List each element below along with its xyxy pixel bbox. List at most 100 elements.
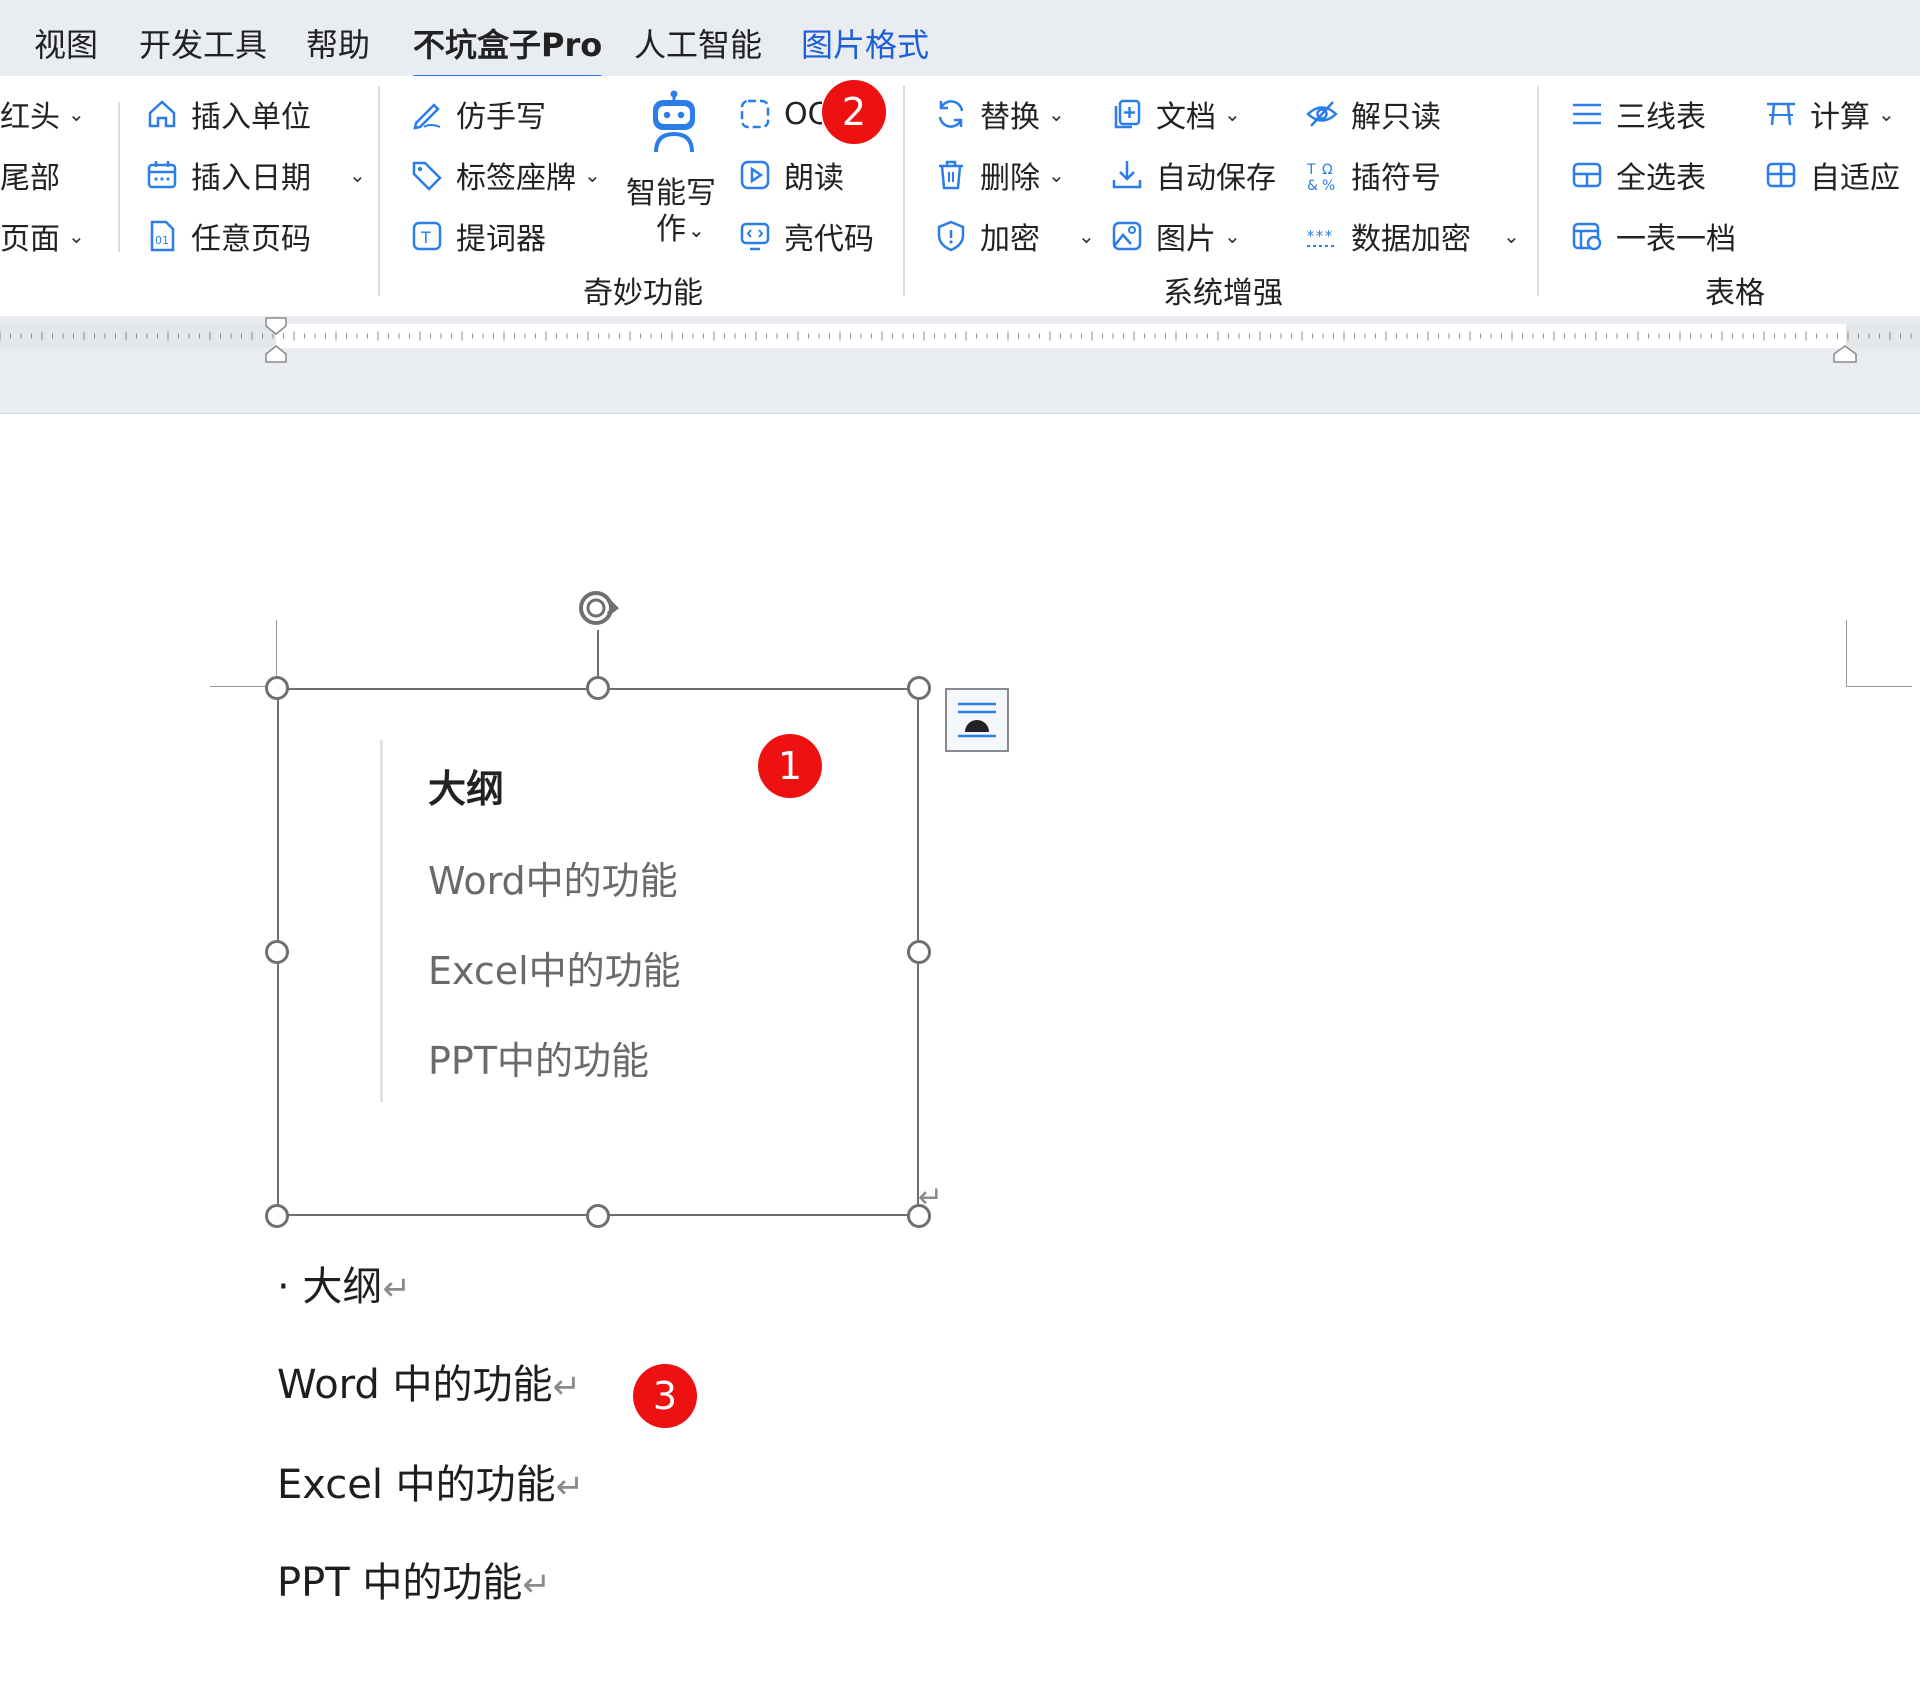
insert-date-label: 插入日期 bbox=[191, 161, 311, 196]
highlight-code-button[interactable]: 亮代码 bbox=[738, 214, 874, 258]
tab-picture-format[interactable]: 图片格式 bbox=[801, 20, 929, 66]
paragraph[interactable]: Word 中的功能↵ bbox=[277, 1352, 581, 1410]
read-aloud-button[interactable]: 朗读 bbox=[738, 153, 844, 197]
insert-date-button[interactable]: 插入日期 ⌄ bbox=[145, 153, 366, 197]
document-label: 文档 bbox=[1156, 100, 1216, 135]
annotation-badge-2: 2 bbox=[822, 80, 886, 144]
delete-button[interactable]: 删除 ⌄ bbox=[934, 153, 1065, 197]
monitor-code-icon bbox=[738, 219, 772, 253]
resize-handle-top-center[interactable] bbox=[586, 676, 610, 700]
insert-symbol-label: 插符号 bbox=[1351, 161, 1441, 196]
page-button[interactable]: 页面 ⌄ bbox=[0, 214, 85, 258]
resize-handle-top-right[interactable] bbox=[907, 676, 931, 700]
picture-button[interactable]: 图片 ⌄ bbox=[1110, 214, 1241, 258]
chevron-down-icon: ⌄ bbox=[1224, 102, 1241, 126]
ribbon-divider bbox=[378, 86, 380, 296]
page-number-icon: 01 bbox=[145, 219, 179, 253]
footer-button[interactable]: 尾部 bbox=[0, 153, 60, 197]
calculate-icon bbox=[1764, 97, 1798, 131]
ribbon-divider bbox=[1537, 86, 1539, 296]
imitate-handwriting-button[interactable]: 仿手写 bbox=[410, 92, 546, 136]
encrypt-button[interactable]: 加密 ⌄ bbox=[934, 214, 1095, 258]
rotate-handle-icon[interactable] bbox=[570, 580, 626, 636]
paragraph-mark: ↵ bbox=[382, 1269, 411, 1309]
horizontal-ruler[interactable] bbox=[0, 316, 1920, 364]
teleprompter-button[interactable]: T 提词器 bbox=[410, 214, 546, 258]
eye-off-icon bbox=[1305, 97, 1339, 131]
ocr-label: OCR bbox=[784, 96, 822, 132]
robot-icon bbox=[647, 90, 701, 154]
ai-write-button[interactable]: 智能写作 ⌄ bbox=[618, 90, 724, 260]
page-number-button[interactable]: 01 任意页码 bbox=[145, 214, 311, 258]
three-line-table-label: 三线表 bbox=[1616, 100, 1706, 135]
table-icon bbox=[1764, 158, 1798, 192]
tab-ai[interactable]: 人工智能 bbox=[634, 20, 762, 66]
resize-handle-bottom-left[interactable] bbox=[265, 1204, 289, 1228]
paragraph[interactable]: · 大纲↵ bbox=[277, 1254, 411, 1312]
tag-icon bbox=[410, 158, 444, 192]
auto-save-button[interactable]: 自动保存 bbox=[1110, 153, 1276, 197]
tab-view[interactable]: 视图 bbox=[34, 20, 98, 66]
insert-unit-button[interactable]: 插入单位 bbox=[145, 92, 311, 136]
symbol-icon: T Ω &% bbox=[1305, 158, 1339, 192]
outline-accent-bar bbox=[380, 740, 383, 1102]
margin-marker bbox=[1846, 686, 1912, 687]
outline-title: 大纲 bbox=[428, 767, 505, 811]
svg-text:T: T bbox=[1306, 162, 1316, 178]
lines-icon bbox=[1570, 97, 1604, 131]
header-red-button[interactable]: 红头 ⌄ bbox=[0, 92, 85, 136]
text-box-icon: T bbox=[410, 219, 444, 253]
chevron-down-icon: ⌄ bbox=[688, 218, 705, 242]
ocr-button[interactable]: OCR bbox=[738, 92, 822, 136]
tab-help[interactable]: 帮助 bbox=[306, 20, 370, 66]
paragraph-mark: ↵ bbox=[522, 1565, 551, 1605]
annotation-badge-3: 3 bbox=[633, 1364, 697, 1428]
replace-button[interactable]: 替换 ⌄ bbox=[934, 92, 1065, 136]
paragraph-text: Excel 中的功能 bbox=[277, 1462, 556, 1508]
chevron-down-icon: ⌄ bbox=[1048, 102, 1065, 126]
paragraph-text: PPT 中的功能 bbox=[277, 1560, 523, 1606]
paragraph-mark: ↵ bbox=[555, 1467, 585, 1507]
resize-handle-bottom-center[interactable] bbox=[586, 1204, 610, 1228]
download-icon bbox=[1110, 158, 1144, 192]
label-seat-card-label: 标签座牌 bbox=[456, 161, 576, 196]
shield-icon bbox=[934, 219, 968, 253]
auto-fit-label: 自适应 bbox=[1810, 161, 1900, 196]
ribbon-divider bbox=[118, 102, 120, 252]
calculate-button[interactable]: 计算 ⌄ bbox=[1764, 92, 1895, 136]
paragraph[interactable]: Excel 中的功能↵ bbox=[277, 1452, 584, 1510]
document-button[interactable]: 文档 ⌄ bbox=[1110, 92, 1241, 136]
paragraph-mark: ↵ bbox=[552, 1367, 582, 1407]
tab-developer[interactable]: 开发工具 bbox=[139, 20, 267, 66]
ribbon: 红头 ⌄ 尾部 页面 ⌄ 插入单位 插入日期 ⌄ 01 任意页码 仿手写 标签座牌 ⌄ … bbox=[0, 76, 1920, 316]
calendar-icon bbox=[145, 158, 179, 192]
resize-handle-middle-right[interactable] bbox=[907, 940, 931, 964]
group-label-magic: 奇妙功能 bbox=[583, 276, 703, 311]
remove-readonly-button[interactable]: 解只读 bbox=[1305, 92, 1441, 136]
chevron-down-icon: ⌄ bbox=[1878, 102, 1895, 126]
group-label-table: 表格 bbox=[1705, 276, 1765, 311]
delete-label: 删除 bbox=[980, 161, 1040, 196]
resize-handle-middle-left[interactable] bbox=[265, 940, 289, 964]
layout-options-icon bbox=[958, 702, 996, 738]
one-table-one-file-button[interactable]: 一表一档 bbox=[1570, 214, 1736, 258]
tab-bar: 视图 开发工具 帮助 不坑盒子Pro 人工智能 图片格式 bbox=[0, 0, 1920, 80]
paragraph[interactable]: PPT 中的功能↵ bbox=[277, 1550, 551, 1608]
data-encrypt-button[interactable]: *** 数据加密 ⌄ bbox=[1305, 214, 1520, 258]
insert-unit-label: 插入单位 bbox=[191, 100, 311, 135]
insert-symbol-button[interactable]: T Ω &% 插符号 bbox=[1305, 153, 1441, 197]
select-all-tables-button[interactable]: 全选表 bbox=[1570, 153, 1706, 197]
layout-options-button[interactable] bbox=[945, 688, 1009, 752]
highlight-code-label: 亮代码 bbox=[784, 222, 874, 257]
resize-handle-top-left[interactable] bbox=[265, 676, 289, 700]
calculate-label: 计算 bbox=[1810, 100, 1870, 135]
tab-bukeng-pro[interactable]: 不坑盒子Pro bbox=[413, 20, 603, 80]
label-seat-card-button[interactable]: 标签座牌 ⌄ bbox=[410, 153, 601, 197]
page-label: 页面 bbox=[0, 222, 60, 257]
auto-fit-button[interactable]: 自适应 bbox=[1764, 153, 1900, 197]
chevron-down-icon: ⌄ bbox=[1503, 224, 1520, 248]
chevron-down-icon: ⌄ bbox=[349, 163, 366, 187]
data-encrypt-label: 数据加密 bbox=[1351, 222, 1471, 257]
three-line-table-button[interactable]: 三线表 bbox=[1570, 92, 1706, 136]
play-icon bbox=[738, 158, 772, 192]
